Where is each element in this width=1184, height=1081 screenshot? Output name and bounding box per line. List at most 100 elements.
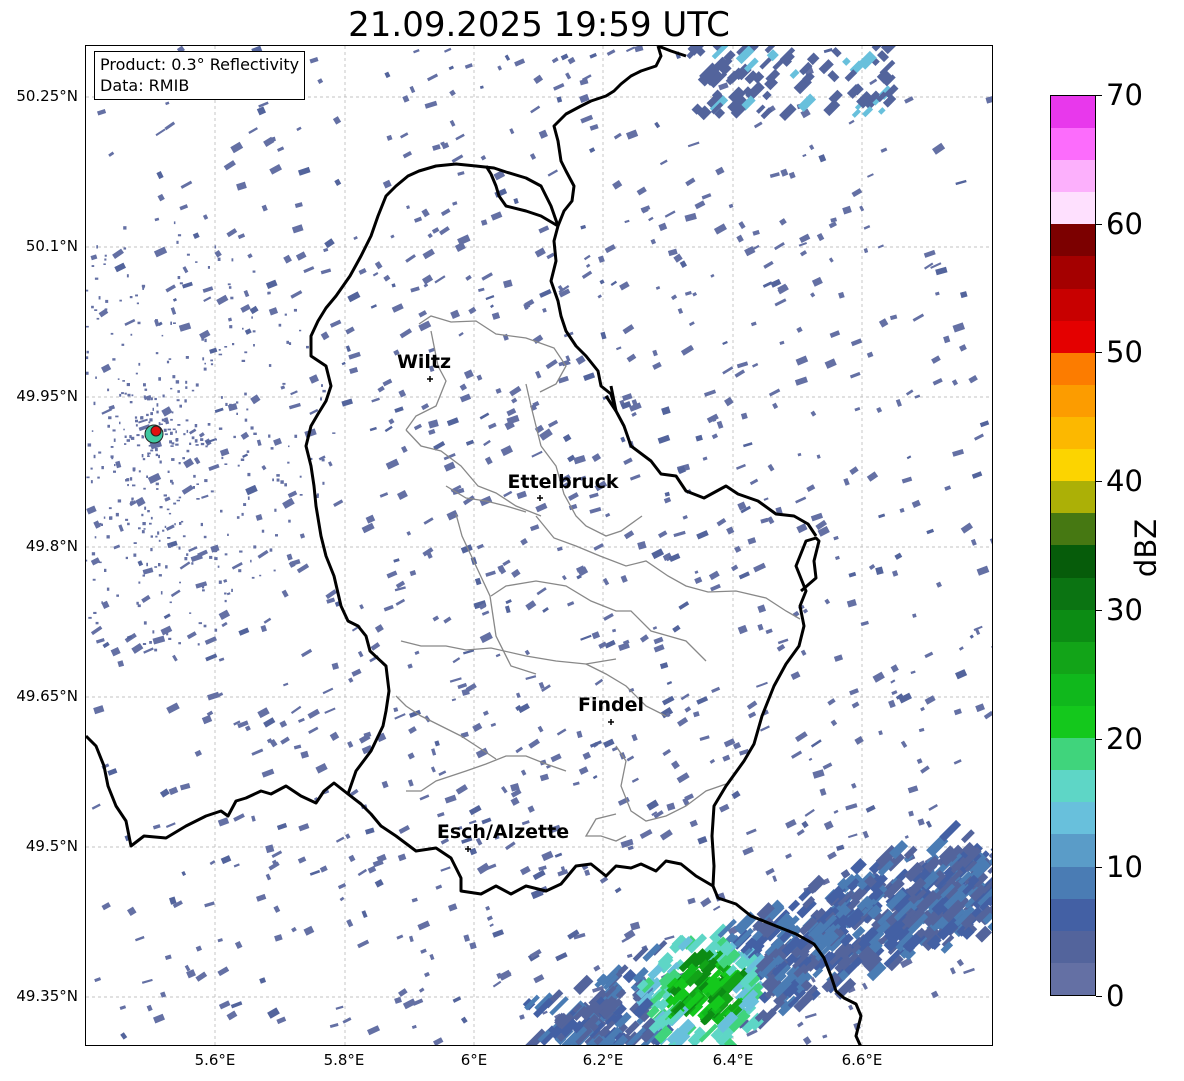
echo-cell	[87, 443, 92, 447]
echo-cell	[606, 49, 616, 56]
echo-cell	[459, 383, 468, 391]
echo-cell	[169, 601, 172, 604]
echo-cell	[866, 351, 874, 358]
echo-cell	[823, 820, 834, 831]
echo-cell	[91, 265, 95, 267]
echo-cell	[176, 399, 180, 402]
echo-cell	[868, 563, 876, 570]
echo-cell	[91, 430, 94, 432]
echo-cell	[129, 401, 133, 404]
echo-cell	[165, 497, 170, 501]
echo-cell	[182, 281, 193, 289]
echo-cell	[541, 850, 554, 862]
echo-cell	[485, 295, 495, 301]
echo-cell	[300, 750, 309, 759]
echo-cell	[108, 404, 116, 411]
echo-cell	[483, 439, 491, 447]
colorbar-segment	[1051, 641, 1095, 674]
echo-cell	[767, 516, 775, 525]
echo-cell	[181, 484, 194, 495]
echo-cell	[535, 370, 542, 379]
echo-cell	[143, 383, 146, 387]
city-label-wiltz: Wiltz	[396, 351, 452, 373]
echo-cell	[613, 132, 622, 140]
echo-cell	[119, 393, 122, 397]
city-label-esch-alzette: Esch/Alzette	[436, 821, 570, 843]
echo-cell	[414, 216, 423, 223]
echo-cell	[291, 224, 304, 234]
echo-cell	[871, 46, 882, 52]
echo-cell	[455, 784, 468, 795]
echo-cell	[531, 450, 543, 458]
echo-cell	[532, 869, 546, 881]
echo-cell	[799, 250, 808, 257]
echo-cell	[195, 383, 199, 387]
echo-cell	[553, 83, 565, 91]
echo-cell	[154, 566, 158, 568]
echo-cell	[163, 428, 167, 432]
colorbar-tick-mark	[1096, 95, 1102, 96]
echo-cell	[655, 286, 661, 290]
echo-cell	[321, 458, 325, 462]
echo-cell	[349, 366, 359, 374]
echo-cell	[150, 398, 152, 401]
echo-cell	[710, 273, 715, 278]
echo-cell	[583, 372, 596, 381]
echo-cell	[236, 181, 247, 191]
echo-cell	[163, 613, 171, 620]
echo-cell	[131, 500, 133, 505]
echo-cell	[174, 523, 176, 526]
echo-cell	[710, 583, 721, 592]
echo-cell	[143, 528, 146, 530]
echo-cell	[548, 419, 559, 428]
echo-cell	[299, 475, 302, 478]
echo-cell	[889, 314, 898, 321]
echo-cell	[234, 940, 243, 950]
echo-cell	[431, 748, 437, 756]
echo-cell	[447, 903, 458, 912]
echo-cell	[149, 522, 152, 525]
echo-cell	[588, 147, 596, 153]
echo-cell	[290, 705, 302, 715]
echo-cell	[257, 707, 270, 719]
echo-cell	[167, 470, 170, 473]
echo-cell	[298, 823, 310, 832]
echo-cell	[172, 428, 176, 431]
echo-cell	[619, 281, 630, 291]
echo-cell	[251, 815, 256, 822]
echo-cell	[96, 245, 98, 249]
echo-cell	[129, 296, 133, 299]
echo-cell	[141, 530, 145, 534]
echo-cell	[171, 458, 175, 461]
echo-cell	[140, 416, 143, 420]
echo-cell	[173, 322, 176, 324]
echo-cell	[810, 739, 822, 748]
echo-cell	[166, 702, 180, 714]
echo-cell	[510, 796, 520, 806]
echo-cell	[107, 768, 118, 776]
echo-cell	[556, 96, 563, 103]
echo-cell	[908, 810, 914, 817]
colorbar-segment	[1051, 577, 1095, 610]
echo-cell	[511, 397, 518, 404]
colorbar-segment	[1051, 706, 1095, 739]
echo-cell	[251, 748, 264, 756]
dbz-colorbar	[1050, 95, 1096, 996]
echo-cell	[952, 449, 965, 457]
radar-map[interactable]	[85, 45, 993, 1046]
echo-cell	[737, 624, 748, 635]
echo-cell	[849, 688, 859, 696]
echo-cell	[369, 426, 377, 432]
echo-cell	[361, 910, 368, 919]
echo-cell	[168, 637, 172, 640]
echo-cell	[854, 736, 864, 745]
echo-cell	[280, 385, 286, 390]
echo-cell	[263, 717, 276, 728]
echo-cell	[357, 939, 370, 949]
echo-cell	[849, 466, 859, 475]
echo-cell	[757, 604, 767, 614]
echo-cell	[943, 335, 951, 344]
echo-cell	[116, 594, 119, 597]
echo-cell	[639, 829, 653, 840]
echo-cell	[93, 611, 97, 614]
